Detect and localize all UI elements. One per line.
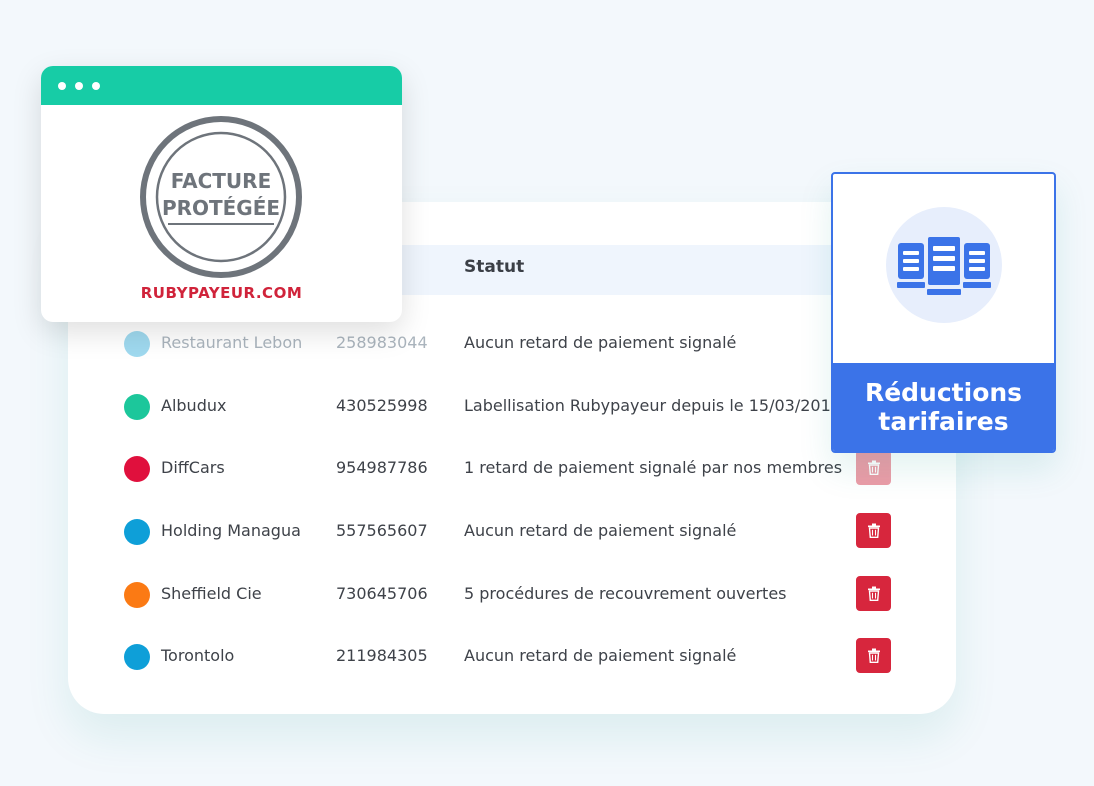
company-name: Sheffield Cie [161,584,262,603]
table-row[interactable]: Sheffield Cie 730645706 5 procédures de … [0,574,1094,614]
delete-button[interactable] [856,450,891,485]
server-icon [897,235,991,295]
company-name: Torontolo [161,646,235,665]
stamp-line-1: FACTURE [171,169,271,193]
window-dot-icon [58,82,66,90]
protected-invoice-stamp: FACTURE PROTÉGÉE [138,114,304,284]
window-dot-icon [92,82,100,90]
delete-button[interactable] [856,638,891,673]
status-dot [124,644,150,670]
company-name: Holding Managua [161,521,301,540]
trash-icon [867,586,880,601]
company-number: 430525998 [336,396,428,415]
browser-title-bar [41,66,402,105]
company-name: DiffCars [161,458,225,477]
company-name: Albudux [161,396,227,415]
promo-icon-circle [886,207,1002,323]
company-number: 258983044 [336,333,428,352]
stamp-line-2: PROTÉGÉE [162,196,280,220]
table-row[interactable]: Holding Managua 557565607 Aucun retard d… [0,511,1094,551]
stamp-url: RUBYPAYEUR.COM [140,284,303,302]
payment-status: Labellisation Rubypayeur depuis le 15/03… [464,396,841,415]
table-row[interactable]: Torontolo 211984305 Aucun retard de paie… [0,636,1094,676]
promo-band: Réductions tarifaires [833,363,1054,451]
company-number: 730645706 [336,584,428,603]
payment-status: Aucun retard de paiement signalé [464,646,737,665]
status-dot [124,582,150,608]
status-dot [124,331,150,357]
delete-button[interactable] [856,576,891,611]
delete-button[interactable] [856,513,891,548]
browser-window: FACTURE PROTÉGÉE RUBYPAYEUR.COM [41,66,402,322]
company-name: Restaurant Lebon [161,333,303,352]
promo-card: Réductions tarifaires [831,172,1056,453]
trash-icon [867,523,880,538]
trash-icon [867,460,880,475]
company-number: 954987786 [336,458,428,477]
column-header-status: Statut [464,257,525,277]
window-dot-icon [75,82,83,90]
payment-status: 5 procédures de recouvrement ouvertes [464,584,787,603]
payment-status: 1 retard de paiement signalé par nos mem… [464,458,843,477]
company-number: 211984305 [336,646,428,665]
status-dot [124,456,150,482]
payment-status: Aucun retard de paiement signalé [464,521,737,540]
table-row[interactable]: DiffCars 954987786 1 retard de paiement … [0,448,1094,488]
status-dot [124,519,150,545]
payment-status: Aucun retard de paiement signalé [464,333,737,352]
company-number: 557565607 [336,521,428,540]
promo-title: Réductions tarifaires [864,378,1023,436]
status-dot [124,394,150,420]
trash-icon [867,648,880,663]
